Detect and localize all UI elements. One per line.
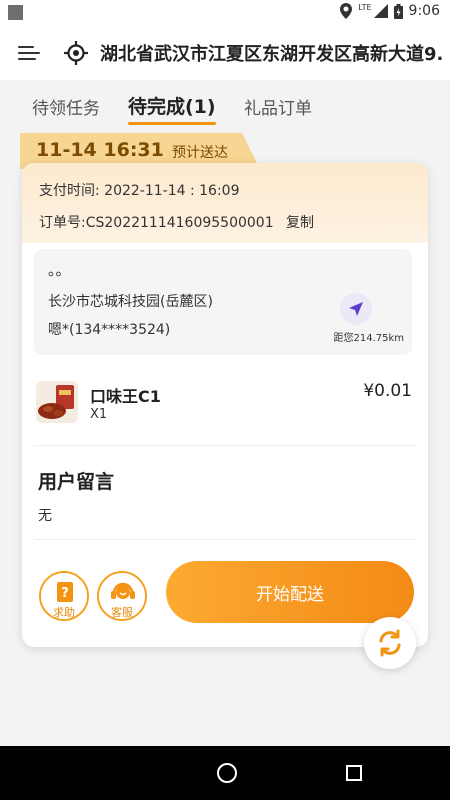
product-quantity: X1 (90, 407, 108, 422)
address-location: 长沙市芯城科技园(岳麓区) (48, 294, 213, 310)
menu-icon[interactable] (18, 46, 40, 60)
distance: 距您214.75km (333, 333, 404, 344)
service-label: 客服 (111, 606, 133, 619)
tab-to-complete-label: 待完成(1) (128, 96, 216, 118)
product-name: 口味王C1 (90, 387, 161, 406)
product-price: ¥0.01 (363, 381, 412, 401)
tab-pending-tasks[interactable]: 待领任务 (32, 94, 100, 119)
refresh-button[interactable] (364, 617, 416, 669)
help-button[interactable]: ? 求助 (39, 571, 89, 621)
question-mark-icon: ? (57, 582, 73, 602)
tab-bar: 待领任务 待完成(1) 礼品订单 (0, 80, 450, 130)
headset-icon (111, 582, 135, 599)
order-card: 支付时间: 2022-11-14 : 16:09 订单号:CS202211141… (22, 163, 428, 647)
network-type: LTE (358, 2, 372, 12)
locate-icon[interactable] (64, 41, 88, 65)
signal-icon (373, 4, 388, 18)
notification-icon (8, 5, 23, 20)
order-number: 订单号:CS2022111416095500001 (39, 215, 274, 231)
user-message-body: 无 (38, 508, 52, 524)
system-nav-bar (0, 746, 450, 800)
refresh-icon (379, 629, 401, 657)
recents-icon[interactable] (346, 765, 362, 781)
location-pin-icon (340, 3, 353, 19)
user-message-title: 用户留言 (38, 471, 115, 493)
status-icons: LTE 9:06 (340, 3, 440, 19)
status-bar: LTE 9:06 (0, 0, 450, 24)
navigate-button[interactable] (340, 293, 372, 325)
copy-button[interactable]: 复制 (286, 212, 314, 232)
pay-time: 支付时间: 2022-11-14 : 16:09 (39, 183, 240, 199)
product-image (36, 381, 78, 423)
address-box: 。。 长沙市芯城科技园(岳麓区) 嗯*(134****3524) 距您214.7… (34, 249, 412, 355)
home-icon[interactable] (217, 763, 237, 783)
start-delivery-button[interactable]: 开始配送 (166, 561, 414, 623)
eta-label: 预计送达 (172, 145, 228, 161)
address-contact: 嗯*(134****3524) (48, 322, 171, 338)
navigation-arrow-icon (349, 302, 363, 316)
tab-gift-orders[interactable]: 礼品订单 (244, 94, 312, 119)
active-tab-indicator (128, 122, 216, 125)
header: 湖北省武汉市江夏区东湖开发区高新大道9... (0, 24, 450, 80)
svg-text:?: ? (61, 586, 69, 601)
order-info-header: 支付时间: 2022-11-14 : 16:09 订单号:CS202211141… (22, 163, 428, 243)
divider (34, 445, 416, 446)
delivery-time: 11-14 16:31 (36, 139, 164, 161)
address-title: 。。 (48, 261, 71, 279)
current-address[interactable]: 湖北省武汉市江夏区东湖开发区高新大道9... (100, 40, 445, 66)
tab-to-complete[interactable]: 待完成(1) (128, 92, 216, 125)
help-label: 求助 (53, 606, 75, 619)
back-icon[interactable] (88, 760, 114, 786)
status-time: 9:06 (408, 3, 440, 19)
divider (34, 539, 416, 540)
battery-icon (393, 3, 403, 19)
customer-service-button[interactable]: 客服 (97, 571, 147, 621)
